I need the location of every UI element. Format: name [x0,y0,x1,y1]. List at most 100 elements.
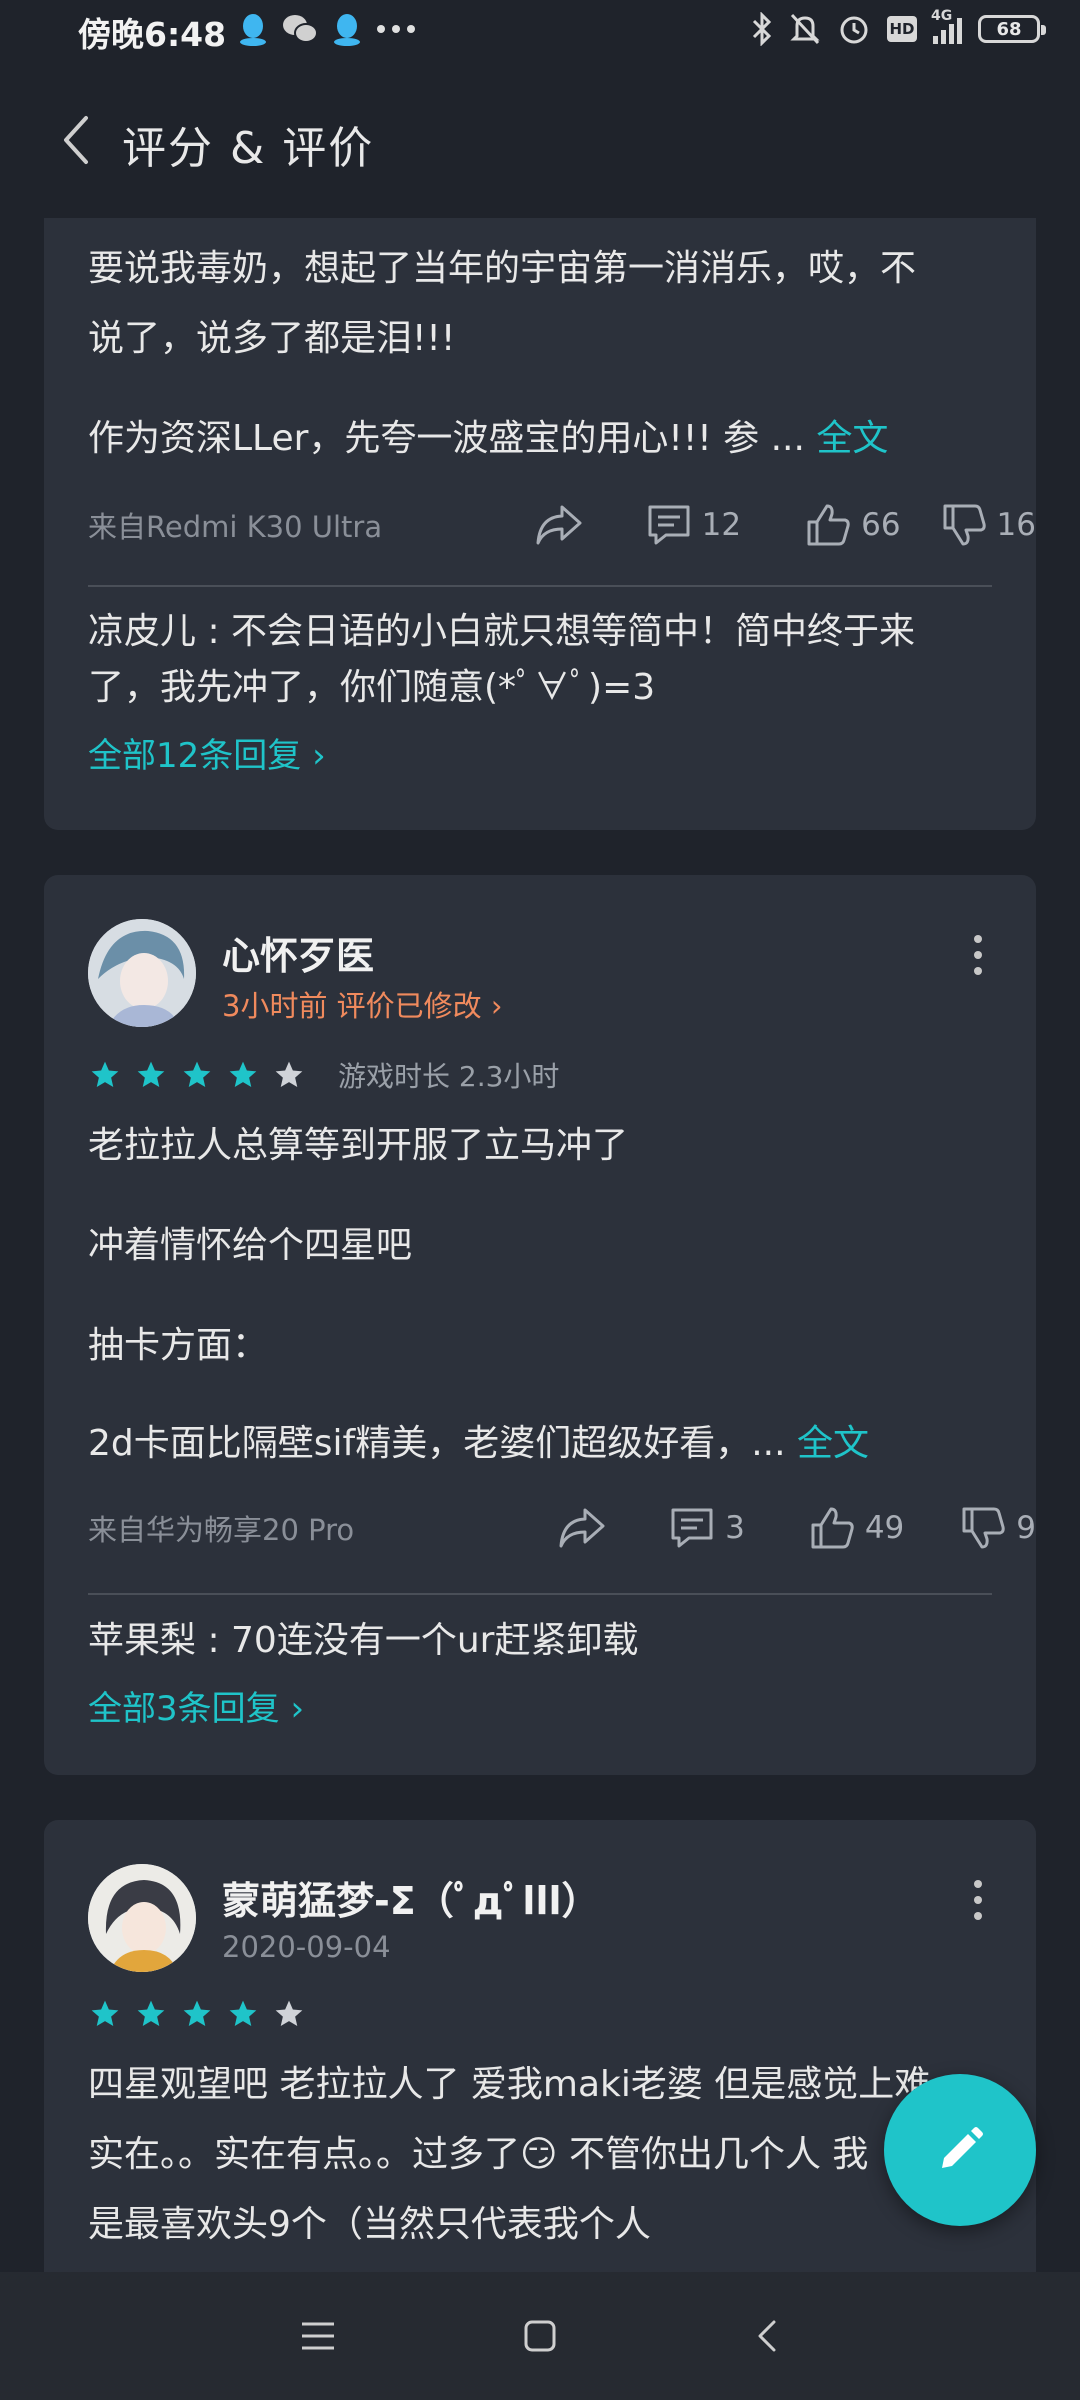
status-bar: 傍晚6:48 HD 4G 68 [0,0,1080,66]
reply-text: 凉皮儿 : 不会日语的小白就只想等简中！简中终于来 [88,611,916,652]
review-text: 是最喜欢头9个（当然只代表我个人 [88,2204,651,2245]
qq-icon [240,14,266,46]
system-nav-bar [0,2272,1080,2400]
comment-button[interactable]: 3 [669,1506,745,1550]
dislike-count: 16 [996,507,1036,543]
like-button[interactable]: 49 [809,1505,904,1551]
home-button[interactable] [520,2316,560,2356]
all-replies-link[interactable]: 全部3条回复 › [88,1681,304,1730]
comment-button[interactable]: 12 [646,503,741,547]
more-options-button[interactable] [972,935,984,983]
qq-icon [334,14,360,46]
page-title: 评分 & 评价 [122,123,375,174]
share-icon [536,505,582,545]
signal-icon: 4G [931,8,962,44]
review-actions: 来自Redmi K30 Ultra 12 66 16 [88,495,1036,555]
reply-text: 了，我先冲了，你们随意(*ﾟ∀ﾟ)=3 [88,667,656,708]
system-icons: HD 4G 68 [751,8,1046,46]
menu-button[interactable] [298,2316,338,2356]
all-replies-link[interactable]: 全部12条回复 › [88,728,326,777]
hd-icon: HD [887,16,917,42]
comment-count: 12 [701,507,742,543]
username: 蒙萌猛梦-Σ（ﾟдﾟlll） [222,1879,600,1923]
comment-icon [671,1508,713,1548]
full-text-link[interactable]: 全文 [797,1423,869,1464]
star-rating: 游戏时长 2.3小时 [88,1055,559,1095]
star-filled-icon [183,2000,211,2026]
review-text: 实在。。实在有点。。过多了😏 不管你出几个人 我 [88,2134,869,2175]
thumbs-down-icon [943,504,986,546]
notification-icons [238,12,416,46]
like-button[interactable]: 66 [805,502,901,548]
review-text: 作为资深LLer，先夸一波盛宝的用心!!! 参 ... 全文 [88,404,888,474]
back-button[interactable] [56,110,116,170]
review-actions: 来自华为畅享20 Pro 3 49 9 [88,1498,1036,1558]
avatar[interactable] [88,1864,196,1972]
review-excerpt: 2d卡面比隔壁sif精美，老婆们超级好看，... [88,1423,786,1464]
avatar[interactable] [88,919,196,1027]
thumbs-down-icon [962,1507,1005,1549]
divider [88,1593,992,1595]
review-card: 心怀歹医 3小时前 评价已修改 › 游戏时长 2.3小时 老拉拉人总算等到开服了… [44,875,1036,1775]
share-icon [559,1508,605,1548]
like-count: 66 [861,507,901,543]
comment-icon [648,505,690,545]
reply-text: 苹果梨 : 70连没有一个ur赶紧卸载 [88,1620,639,1661]
more-options-button[interactable] [972,1880,984,1928]
review-date: 2020-09-04 [222,1930,391,1964]
comment-count: 3 [725,1510,745,1546]
header: 评分 & 评价 [0,66,1080,216]
alarm-icon [840,16,868,44]
star-filled-icon [91,2000,119,2026]
device-label: 来自Redmi K30 Ultra [88,510,383,544]
star-filled-icon [137,1061,165,1087]
menu-icon [302,2322,334,2350]
divider [88,585,992,587]
bluetooth-icon [752,12,772,46]
review-meta: 3小时前 评价已修改 › [222,983,503,1025]
home-square-icon [524,2320,556,2352]
review-text: 说了，说多了都是泪!!! [88,318,456,359]
battery-level: 68 [996,18,1022,40]
play-time: 游戏时长 2.3小时 [338,1060,560,1093]
dislike-button[interactable]: 9 [960,1505,1036,1551]
dislike-button[interactable]: 16 [941,502,1036,548]
full-text-link[interactable]: 全文 [816,418,888,459]
like-count: 49 [864,1510,905,1546]
status-time: 傍晚6:48 [78,15,227,54]
review-text: 抽卡方面： [88,1325,269,1366]
review-text: 冲着情怀给个四星吧 [88,1225,413,1266]
chevron-left-icon [64,116,88,164]
pencil-icon [942,2127,983,2168]
review-card: 要说我毒奶，想起了当年的宇宙第一消消乐，哎，不 说了，说多了都是泪!!! 作为资… [44,218,1036,830]
thumbs-up-icon [811,1507,854,1549]
star-filled-icon [91,1061,119,1087]
wechat-icon [283,15,318,43]
write-review-button[interactable] [884,2074,1036,2226]
share-button[interactable] [534,503,584,547]
review-card: 蒙萌猛梦-Σ（ﾟдﾟlll） 2020-09-04 四星观望吧 老拉拉人了 爱我… [44,1820,1036,2290]
review-excerpt: 作为资深LLer，先夸一波盛宝的用心!!! 参 ... [88,418,805,459]
review-time: 3小时前 [222,989,328,1023]
review-text: 2d卡面比隔壁sif精美，老婆们超级好看，... 全文 [88,1409,869,1479]
star-filled-icon [229,1061,257,1087]
battery-icon: 68 [978,15,1046,43]
star-filled-icon [183,1061,211,1087]
more-dots-icon [377,25,415,33]
back-nav-button[interactable] [748,2316,788,2356]
username: 心怀歹医 [222,934,375,978]
star-empty-icon [275,2000,303,2026]
thumbs-up-icon [807,504,850,546]
star-filled-icon [229,2000,257,2026]
dislike-count: 9 [1016,1510,1036,1546]
star-filled-icon [137,2000,165,2026]
back-triangle-icon [758,2320,776,2352]
share-button[interactable] [557,1506,607,1550]
device-label: 来自华为畅享20 Pro [88,1513,355,1547]
review-text: 四星观望吧 老拉拉人了 爱我maki老婆 但是感觉上难 [88,2064,931,2105]
modified-link[interactable]: 评价已修改 › [337,989,503,1023]
review-text: 老拉拉人总算等到开服了立马冲了 [88,1125,629,1166]
network-type: 4G [931,8,953,24]
mute-bell-icon [790,13,820,45]
star-empty-icon [275,1061,303,1087]
